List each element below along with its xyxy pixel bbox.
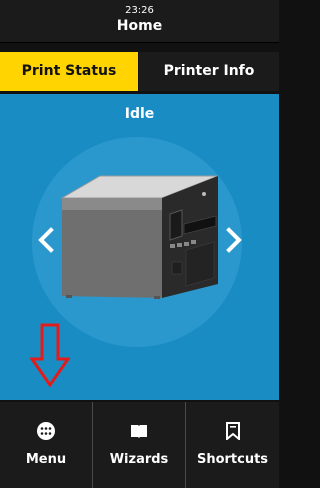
bottom-nav-bar: Menu Wizards Shortcuts [0,402,279,488]
page-title: Home [116,18,163,34]
wizards-button[interactable]: Wizards [93,402,185,488]
tab-print-status[interactable]: Print Status [0,52,138,91]
tab-bar: Print Status Printer Info [0,52,279,91]
previous-arrow-icon[interactable] [34,226,58,254]
shortcuts-label: Shortcuts [196,452,269,467]
header-bar: 23:26 Home [0,0,279,43]
printer-image [60,175,219,299]
menu-label: Menu [25,452,67,467]
header-divider [0,42,279,43]
wizards-label: Wizards [109,452,169,467]
bookmark-icon [226,422,240,440]
printer-status-text: Idle [124,106,155,122]
menu-button[interactable]: Menu [0,402,92,488]
print-status-panel: Idle [0,94,279,400]
menu-grid-icon [37,422,55,440]
clock-time: 23:26 [125,5,154,16]
next-arrow-icon[interactable] [222,226,246,254]
tab-printer-info[interactable]: Printer Info [139,52,279,91]
book-icon [131,425,147,438]
annotation-down-arrow-icon [30,323,70,387]
shortcuts-button[interactable]: Shortcuts [186,402,279,488]
